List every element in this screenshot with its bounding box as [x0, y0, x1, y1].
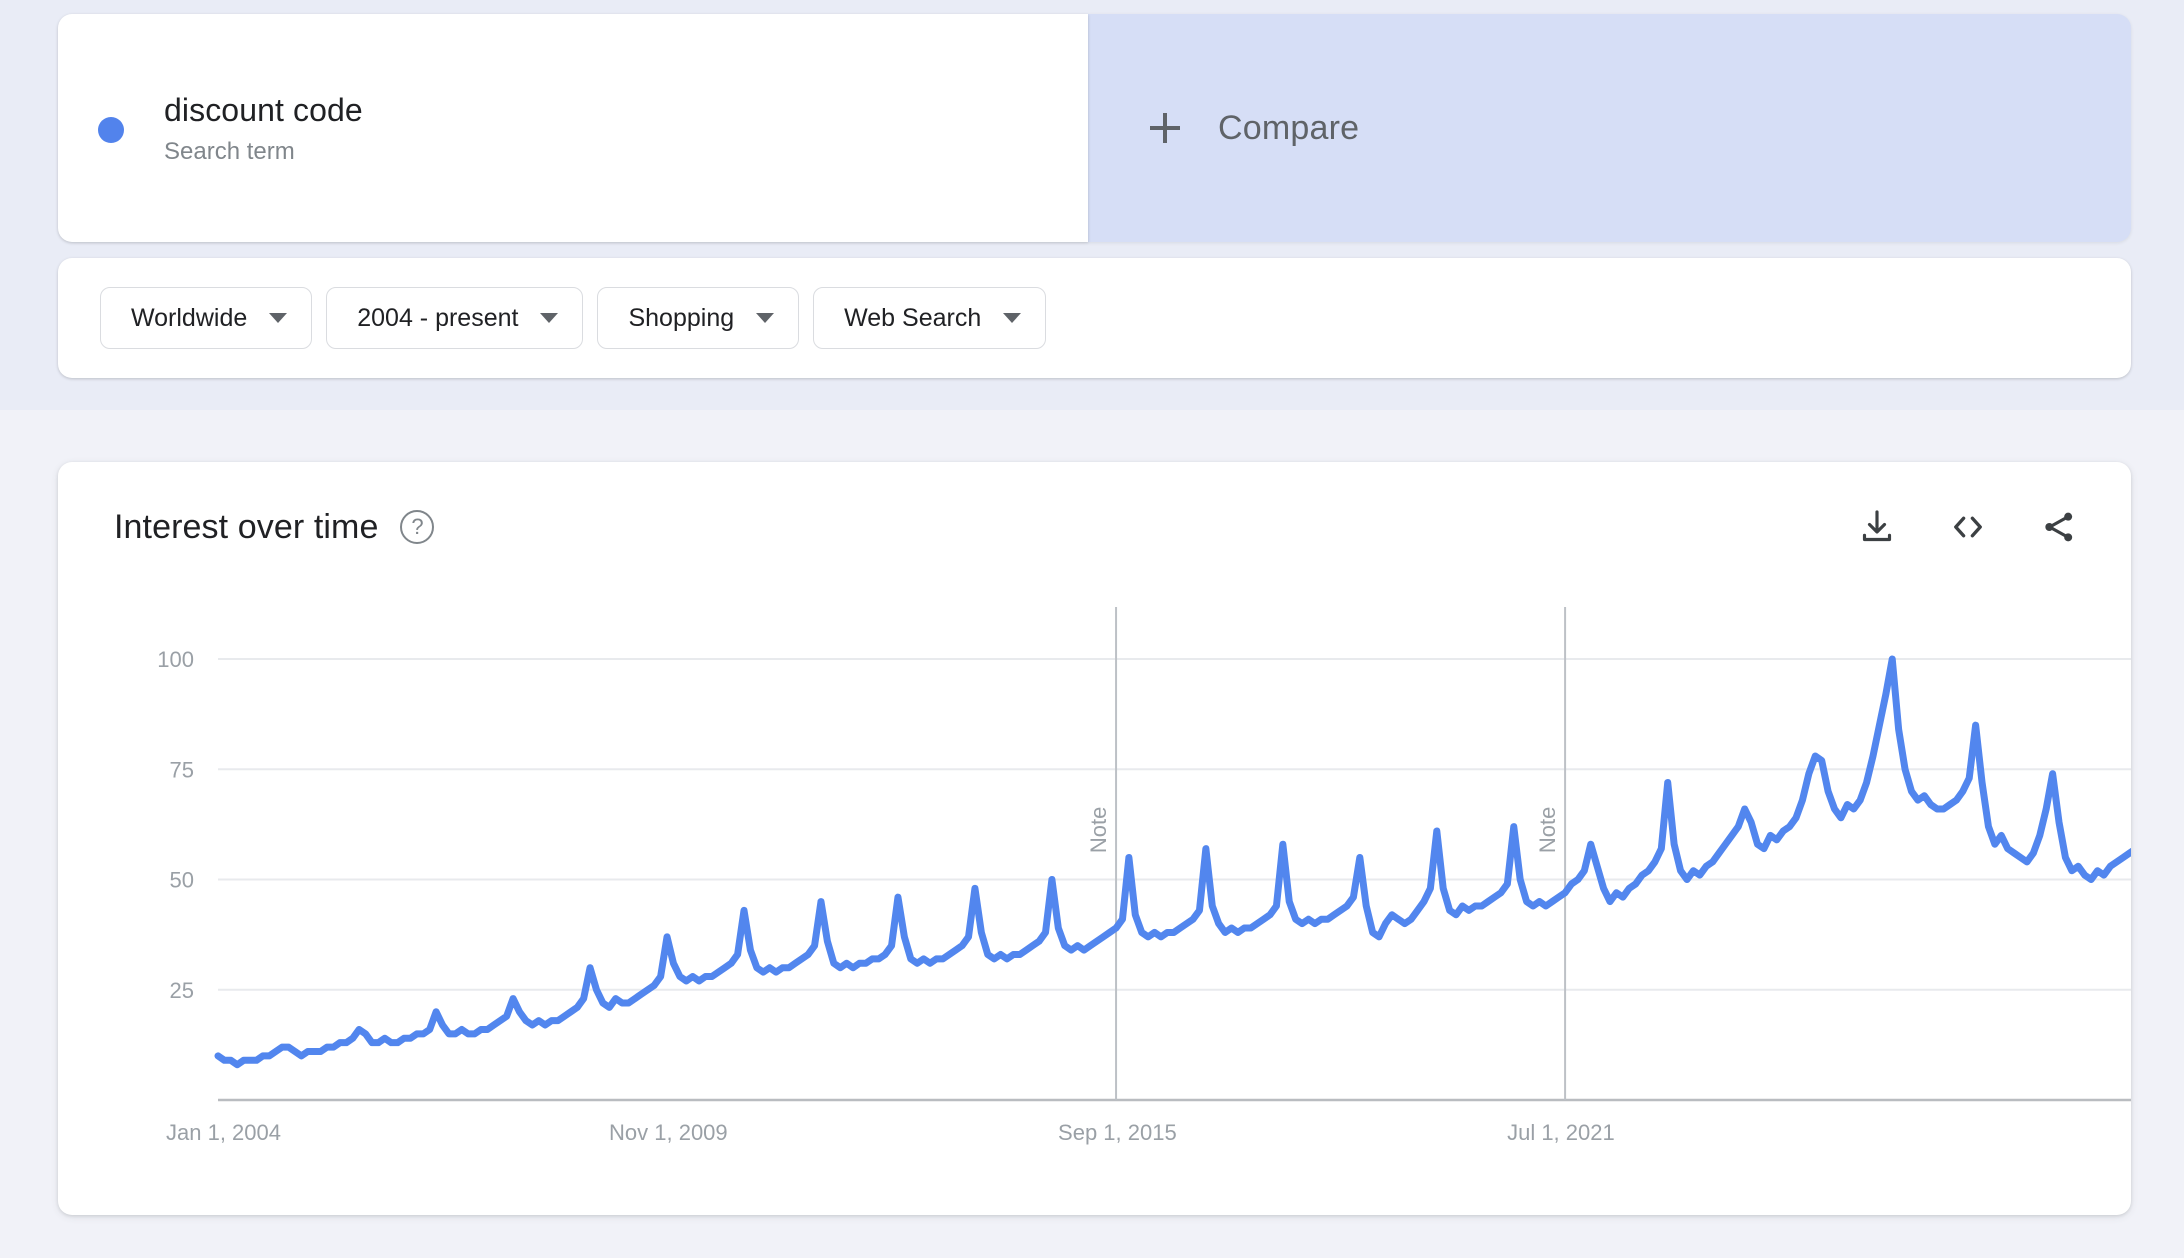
y-axis-tick-label: 75: [170, 757, 194, 782]
search-term-card[interactable]: discount code Search term: [58, 14, 1088, 242]
chart-header: Interest over time ?: [58, 462, 2131, 592]
y-axis-tick-label: 25: [170, 978, 194, 1003]
interest-over-time-card: Interest over time ? 25 50 75 100 Note N…: [58, 462, 2131, 1215]
embed-code-icon[interactable]: [1947, 506, 1989, 548]
google-trends-page: discount code Search term Compare Worldw…: [0, 0, 2184, 1258]
interest-over-time-plot[interactable]: 25 50 75 100 Note Note Jan 1, 2004 Nov 1, 2009 S…: [58, 592, 2131, 1215]
x-axis-tick-label: Jan 1, 2004: [166, 1120, 281, 1145]
chevron-down-icon: [540, 313, 559, 323]
help-circle-icon[interactable]: ?: [400, 510, 435, 544]
trends-line-chart: 25 50 75 100 Note Note Jan 1, 2004 Nov 1, 2009 S…: [157, 607, 2131, 1145]
trend-line-series: [214, 655, 2131, 1069]
series-color-dot: [98, 117, 124, 143]
filter-chip-category[interactable]: Shopping: [597, 287, 800, 349]
filter-chip-location-label: Worldwide: [131, 303, 248, 332]
compare-button[interactable]: Compare: [1088, 14, 2131, 242]
plus-icon: [1150, 113, 1180, 143]
filter-chip-search-type-label: Web Search: [844, 303, 982, 332]
search-term-row: discount code Search term Compare: [58, 14, 2131, 242]
y-axis-tick-label: 50: [170, 868, 194, 893]
download-icon[interactable]: [1857, 507, 1897, 547]
search-term-title: discount code: [164, 92, 363, 128]
share-icon[interactable]: [2039, 507, 2079, 547]
y-axis-tick-label: 100: [157, 647, 194, 672]
chevron-down-icon: [269, 313, 288, 323]
x-axis-tick-label: Jul 1, 2021: [1507, 1120, 1615, 1145]
filter-chip-search-type[interactable]: Web Search: [813, 287, 1047, 349]
compare-label: Compare: [1218, 108, 1360, 147]
chart-note-marker[interactable]: Note: [1535, 807, 1560, 853]
search-term-type: Search term: [164, 138, 295, 165]
x-axis-tick-label: Sep 1, 2015: [1058, 1120, 1177, 1145]
filter-chip-category-label: Shopping: [628, 303, 735, 332]
chart-note-marker[interactable]: Note: [1086, 807, 1111, 853]
filter-chip-time-range-label: 2004 - present: [357, 303, 519, 332]
filter-chip-time-range[interactable]: 2004 - present: [326, 287, 584, 349]
chart-title: Interest over time: [114, 507, 379, 546]
filter-bar: Worldwide 2004 - present Shopping Web Se…: [58, 258, 2131, 378]
chevron-down-icon: [1003, 313, 1022, 323]
search-term-texts: discount code Search term: [164, 90, 363, 166]
x-axis-tick-label: Nov 1, 2009: [609, 1120, 728, 1145]
filter-chip-location[interactable]: Worldwide: [100, 287, 313, 349]
chart-actions: [1857, 506, 2079, 548]
chevron-down-icon: [756, 313, 775, 323]
chart-title-group: Interest over time ?: [114, 507, 435, 547]
